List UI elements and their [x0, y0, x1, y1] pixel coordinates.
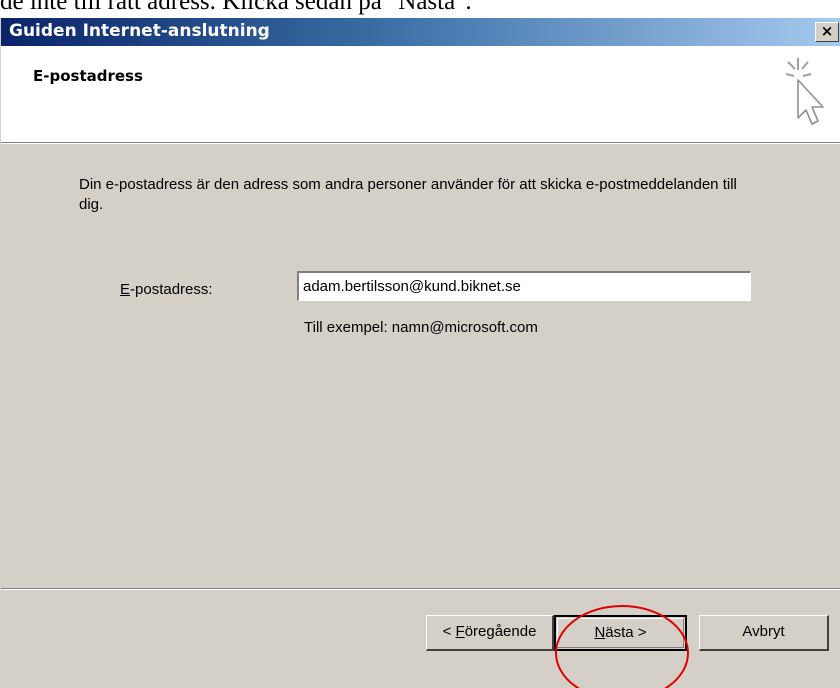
- back-button-rest: öregående: [464, 623, 537, 640]
- back-button[interactable]: < Föregående: [426, 615, 554, 651]
- window-title: Guiden Internet-anslutning: [9, 21, 270, 41]
- wizard-header: E-postadress: [1, 46, 840, 143]
- example-hint: Till exempel: namn@microsoft.com: [304, 319, 538, 336]
- email-label-mnemonic: E: [120, 281, 131, 298]
- back-button-prefix: <: [442, 623, 456, 640]
- next-button-rest: ästa >: [605, 624, 647, 641]
- footer-divider: [1, 588, 840, 590]
- email-input[interactable]: [297, 271, 751, 301]
- back-button-mnemonic: F: [455, 623, 465, 640]
- title-bar[interactable]: Guiden Internet-anslutning ×: [1, 18, 840, 46]
- email-label-rest: -postadress:: [130, 281, 213, 298]
- next-button-mnemonic: N: [594, 624, 606, 641]
- cancel-button[interactable]: Avbryt: [699, 615, 829, 651]
- wizard-cursor-icon: [785, 58, 824, 125]
- close-button[interactable]: ×: [815, 22, 839, 42]
- next-button[interactable]: Nästa >: [554, 615, 687, 651]
- page-title: E-postadress: [33, 67, 143, 85]
- description-text: Din e-postadress är den adress som andra…: [79, 176, 737, 213]
- email-label: E-postadress:: [120, 281, 213, 298]
- wizard-dialog: Guiden Internet-anslutning × E-postadres…: [0, 18, 840, 688]
- document-text: de inte till rätt adress. Klicka sedan p…: [0, 0, 472, 15]
- next-button-face: Nästa >: [557, 618, 684, 648]
- close-icon: ×: [820, 22, 834, 40]
